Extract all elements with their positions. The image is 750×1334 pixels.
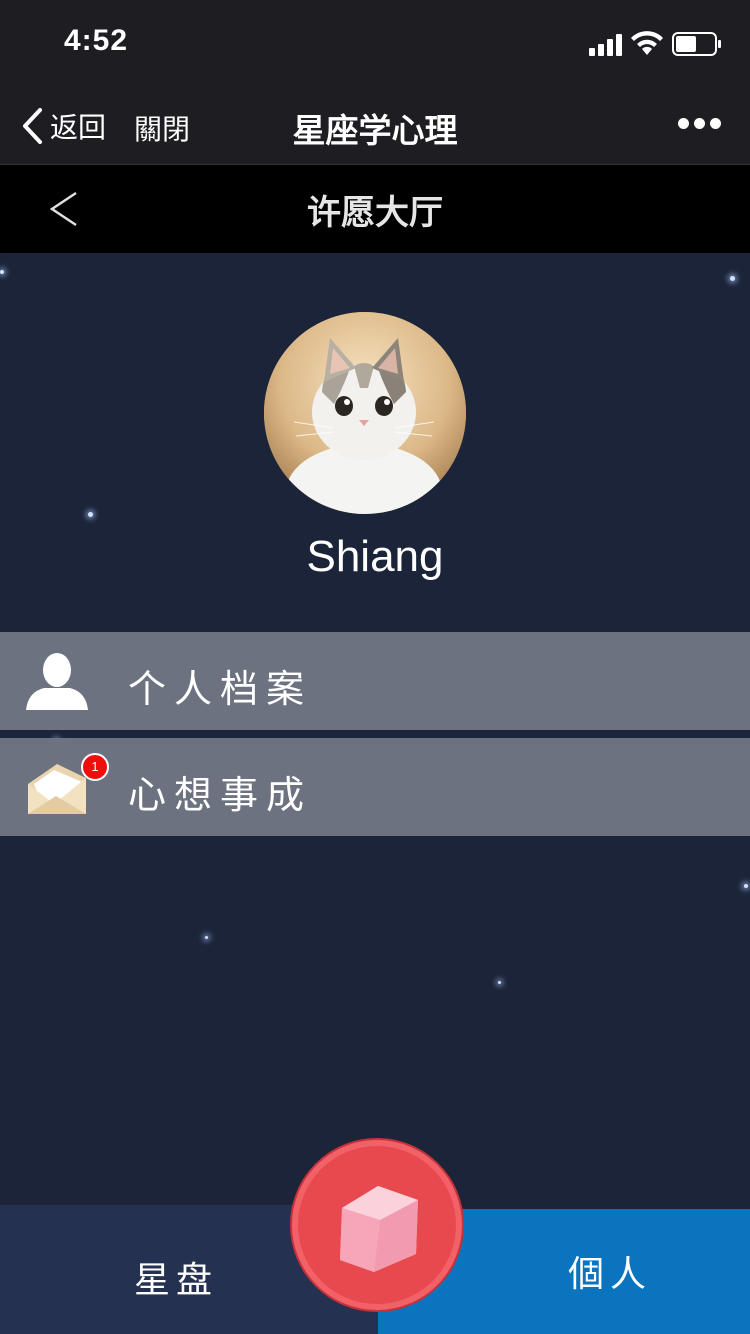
envelope-icon	[28, 764, 86, 814]
menu-item-label: 个人档案	[128, 667, 313, 711]
status-bar: 4:52	[0, 0, 750, 88]
app-title: 星座学心理	[292, 111, 458, 150]
star	[0, 270, 4, 274]
menu-item-wishes[interactable]: 心想事成	[0, 738, 750, 836]
menu-item-label: 心想事成	[128, 773, 313, 817]
wifi-icon	[631, 31, 663, 55]
user-icon	[26, 653, 88, 710]
battery-icon	[672, 32, 721, 56]
signal-icon	[589, 34, 623, 56]
more-dots-icon[interactable]	[678, 118, 721, 130]
center-action-button[interactable]	[292, 1140, 462, 1310]
star	[744, 884, 748, 888]
tab-label: 個人	[568, 1254, 653, 1295]
status-time: 4:52	[64, 24, 129, 57]
menu-item-profile[interactable]: 个人档案	[0, 632, 750, 730]
username: Shiang	[306, 532, 444, 581]
star	[205, 936, 208, 939]
star	[498, 981, 501, 984]
page-header: 许愿大厅	[0, 165, 750, 253]
page-title: 许愿大厅	[307, 193, 443, 233]
cat-avatar	[264, 312, 466, 514]
star	[730, 276, 735, 281]
gem-icon	[340, 1186, 418, 1272]
mini-program-nav-bar: 返回 關閉 星座学心理	[0, 88, 750, 165]
notification-badge: 1	[81, 753, 109, 781]
star	[88, 512, 93, 517]
tab-label: 星盘	[134, 1260, 219, 1301]
avatar[interactable]	[264, 312, 466, 514]
